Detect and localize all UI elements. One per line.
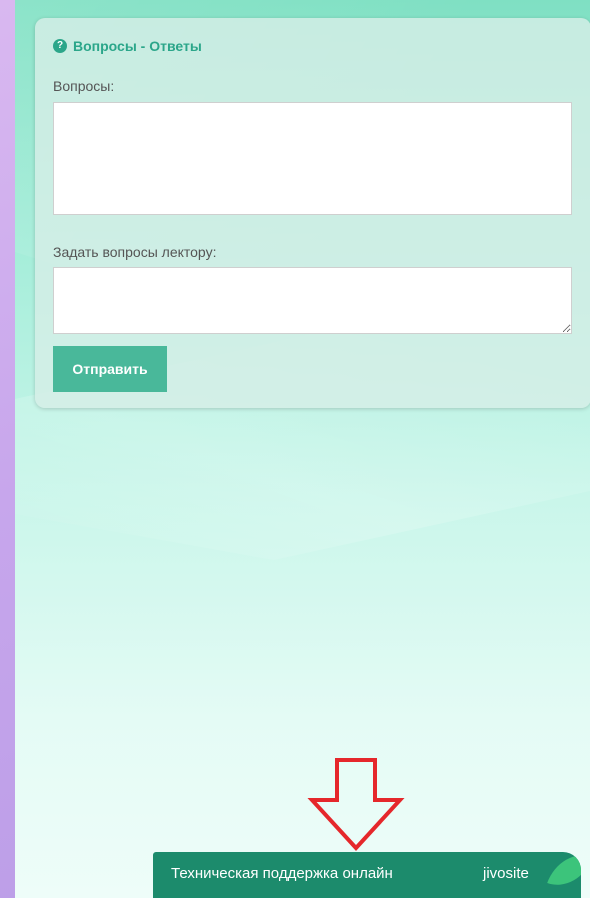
ask-lecturer-input[interactable] — [53, 267, 572, 334]
send-button[interactable]: Отправить — [53, 346, 167, 392]
question-circle-icon: ? — [53, 39, 67, 53]
qa-panel-title: ? Вопросы - Ответы — [53, 38, 202, 54]
leaf-icon — [547, 852, 581, 895]
questions-list — [53, 102, 572, 215]
support-chat-label: Техническая поддержка онлайн — [171, 865, 393, 882]
questions-label: Вопросы: — [53, 78, 115, 94]
qa-panel-title-text: Вопросы - Ответы — [73, 38, 202, 54]
arrow-down-icon — [307, 758, 405, 851]
qa-panel: ? Вопросы - Ответы Вопросы: Задать вопро… — [35, 18, 590, 408]
ask-lecturer-label: Задать вопросы лектору: — [53, 244, 217, 260]
jivosite-logo: jivosite — [483, 865, 529, 882]
support-chat-bar[interactable]: Техническая поддержка онлайн jivosite — [153, 852, 581, 898]
page-frame: ? Вопросы - Ответы Вопросы: Задать вопро… — [15, 0, 590, 898]
